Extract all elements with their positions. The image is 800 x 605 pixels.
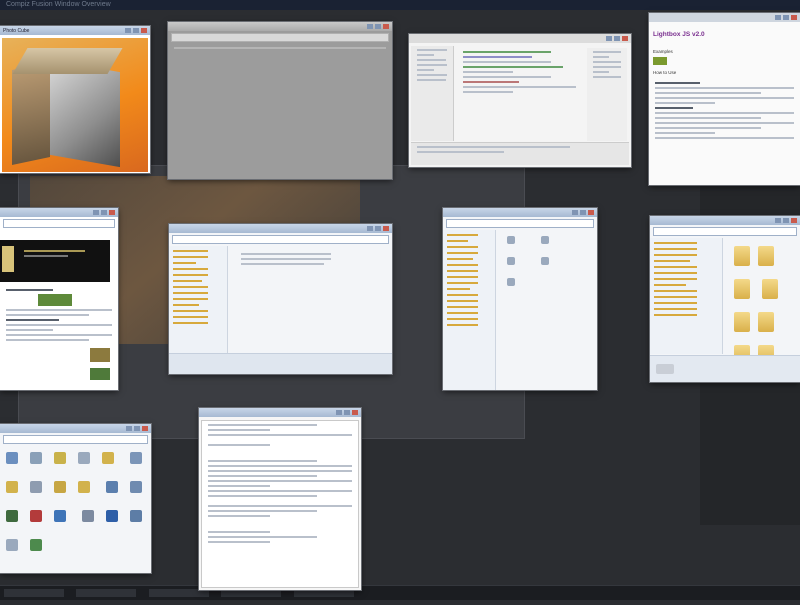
cube-face-right [50, 59, 120, 168]
project-tree[interactable] [411, 46, 454, 141]
section-heading: How to Use [653, 70, 677, 75]
taskbar-item[interactable] [4, 589, 64, 597]
cube-face-left [12, 61, 50, 166]
window-controls [126, 426, 148, 431]
toolbar-line [174, 47, 386, 49]
window-titlebar [443, 208, 597, 217]
address-bar[interactable] [653, 227, 797, 236]
taskbar[interactable] [0, 585, 800, 600]
window-titlebar: Photo Cube [0, 26, 150, 35]
page-heading: Lightbox JS v2.0 [653, 31, 705, 38]
outline-panel[interactable] [587, 48, 627, 141]
top-title-strip: Compiz Fusion Window Overview [0, 0, 800, 10]
taskbar-item[interactable] [221, 589, 282, 597]
sidebar-thumbnail[interactable] [90, 348, 110, 362]
cube-face-top [12, 48, 123, 74]
banner-image [2, 246, 14, 272]
text-area[interactable] [201, 420, 359, 588]
window-titlebar [168, 22, 392, 31]
window-title: Photo Cube [3, 27, 30, 34]
window-controls [125, 28, 147, 33]
window-titlebar [169, 224, 392, 233]
window-controls [606, 36, 628, 41]
address-bar[interactable] [171, 33, 389, 42]
example-image[interactable] [653, 57, 667, 65]
window-thumbnail-explorer-1[interactable] [169, 224, 392, 374]
control-panel-icons[interactable] [0, 446, 151, 562]
address-bar[interactable] [446, 219, 594, 228]
window-controls [775, 15, 797, 20]
window-thumbnail-control-panel[interactable] [0, 424, 151, 573]
window-thumbnail-photo-cube[interactable]: Photo Cube [0, 26, 150, 173]
folder-tree[interactable] [443, 230, 496, 390]
window-titlebar [650, 216, 800, 225]
drive-list[interactable] [503, 232, 553, 295]
window-controls [367, 226, 389, 231]
doc-body [649, 79, 800, 142]
window-thumbnail-explorer-2[interactable] [443, 208, 597, 390]
details-pane [650, 355, 800, 382]
window-titlebar [199, 408, 361, 417]
window-thumbnail-code-editor[interactable] [409, 34, 631, 167]
console-panel[interactable] [411, 142, 629, 165]
address-bar[interactable] [172, 235, 389, 244]
drive-icon [656, 364, 674, 374]
folder-tree[interactable] [650, 238, 723, 354]
address-bar[interactable] [3, 435, 148, 444]
window-controls [336, 410, 358, 415]
window-controls [775, 218, 797, 223]
taskbar-item[interactable] [148, 589, 209, 597]
section-heading: Examples [653, 49, 673, 54]
window-controls [367, 24, 389, 29]
taskbar-item[interactable] [76, 589, 137, 597]
window-titlebar [0, 208, 118, 217]
details-pane [169, 353, 392, 374]
code-area[interactable] [457, 48, 582, 141]
window-titlebar [649, 13, 800, 22]
sidebar-thumbnail[interactable] [90, 368, 110, 380]
file-list[interactable] [235, 250, 385, 268]
taskbar-item[interactable] [293, 589, 354, 597]
window-thumbnail-notepad[interactable] [199, 408, 361, 590]
window-controls [572, 210, 594, 215]
window-thumbnail-lightbox-doc[interactable]: Lightbox JS v2.0 Examples How to Use [649, 13, 800, 185]
window-thumbnail-blank[interactable] [168, 22, 392, 179]
page-body [0, 286, 118, 344]
window-thumbnail-web-page[interactable] [0, 208, 118, 390]
window-titlebar [0, 424, 151, 433]
window-title: Compiz Fusion Window Overview [6, 1, 111, 8]
window-thumbnail-explorer-3[interactable] [650, 216, 800, 382]
window-controls [93, 210, 115, 215]
content-image[interactable] [38, 294, 72, 306]
window-titlebar [409, 34, 631, 43]
banner [0, 240, 110, 282]
address-bar[interactable] [3, 219, 115, 228]
